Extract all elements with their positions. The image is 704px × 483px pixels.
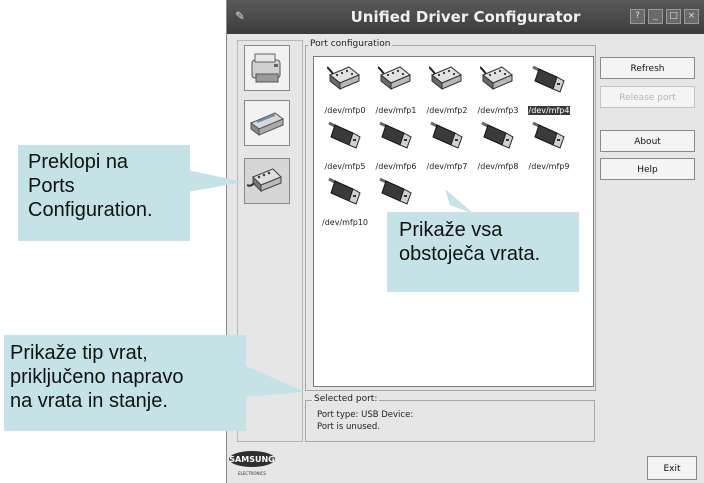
callout-shows-all-text: Prikaže vsa obstoječa vrata. <box>399 219 541 265</box>
port-label-text: /dev/mfp4 <box>527 106 571 115</box>
callout-switch-text: Preklopi na Ports Configuration. <box>28 151 153 221</box>
title-bar[interactable]: ✎ Unified Driver Configurator ? _ □ × <box>227 0 704 34</box>
refresh-button[interactable]: Refresh <box>600 57 695 79</box>
selected-port-legend: Selected port: <box>312 394 380 404</box>
port-label: /dev/mfp3 <box>471 106 525 115</box>
port-item[interactable]: /dev/mfp9 <box>522 117 576 177</box>
port-label: /dev/mfp0 <box>318 106 372 115</box>
parallel-connector-icon <box>326 63 363 99</box>
usb-connector-icon <box>378 119 414 155</box>
port-label-text: /dev/mfp6 <box>375 162 417 171</box>
svg-text:ELECTRONICS: ELECTRONICS <box>238 471 266 476</box>
sidebar-item-ports[interactable] <box>244 158 290 204</box>
port-type-text: Port type: USB Device: <box>317 410 414 420</box>
scanner-icon <box>250 112 284 136</box>
port-item[interactable]: /dev/mfp3 <box>471 61 525 121</box>
port-label: /dev/mfp8 <box>471 162 525 171</box>
callout-switch-ports: Preklopi na Ports Configuration. <box>18 145 190 241</box>
port-label: /dev/mfp7 <box>420 162 474 171</box>
port-label-text: /dev/mfp5 <box>324 162 366 171</box>
usb-connector-icon <box>531 119 567 155</box>
port-label-text: /dev/mfp1 <box>375 106 417 115</box>
port-label-text: /dev/mfp9 <box>528 162 570 171</box>
help-button[interactable]: Help <box>600 158 695 180</box>
port-label: /dev/mfp1 <box>369 106 423 115</box>
port-item[interactable]: /dev/mfp0 <box>318 61 372 121</box>
port-item[interactable]: /dev/mfp6 <box>369 117 423 177</box>
port-label-text: /dev/mfp0 <box>324 106 366 115</box>
callout-shows-all: Prikaže vsa obstoječa vrata. <box>387 212 579 292</box>
port-connector-icon <box>246 168 282 193</box>
port-label: /dev/mfp5 <box>318 162 372 171</box>
about-button[interactable]: About <box>600 130 695 152</box>
sidebar-item-printers[interactable] <box>244 45 290 91</box>
usb-connector-icon <box>480 119 516 155</box>
port-label: /dev/mfp4 <box>522 106 576 115</box>
port-item[interactable]: /dev/mfp4 <box>522 61 576 121</box>
usb-connector-icon <box>531 63 567 99</box>
selected-port-group <box>305 400 595 442</box>
svg-text:SAMSUNG: SAMSUNG <box>229 455 274 464</box>
port-label-text: /dev/mfp8 <box>477 162 519 171</box>
parallel-connector-icon <box>428 63 465 99</box>
port-label-text: /dev/mfp2 <box>426 106 468 115</box>
port-label: /dev/mfp6 <box>369 162 423 171</box>
port-item[interactable]: /dev/mfp1 <box>369 61 423 121</box>
port-configuration-legend: Port configuration <box>308 39 393 49</box>
minimize-button[interactable]: _ <box>648 9 663 24</box>
callout-shows-type: Prikaže tip vrat, priključeno napravo na… <box>4 335 246 431</box>
port-status-text: Port is unused. <box>317 422 380 432</box>
port-label-text: /dev/mfp7 <box>426 162 468 171</box>
port-item[interactable]: /dev/mfp8 <box>471 117 525 177</box>
port-item[interactable]: /dev/mfp5 <box>318 117 372 177</box>
port-label: /dev/mfp2 <box>420 106 474 115</box>
parallel-connector-icon <box>479 63 516 99</box>
exit-button[interactable]: Exit <box>647 456 697 480</box>
port-item[interactable]: /dev/mfp7 <box>420 117 474 177</box>
parallel-connector-icon <box>377 63 414 99</box>
port-item[interactable]: /dev/mfp2 <box>420 61 474 121</box>
usb-connector-icon <box>327 175 363 211</box>
port-label: /dev/mfp10 <box>318 218 372 227</box>
port-item[interactable]: /dev/mfp10 <box>318 173 372 233</box>
sidebar-item-scanners[interactable] <box>244 100 290 146</box>
usb-connector-icon <box>378 175 414 211</box>
usb-connector-icon <box>429 119 465 155</box>
release-port-button[interactable]: Release port <box>600 86 695 108</box>
maximize-button[interactable]: □ <box>666 9 681 24</box>
help-window-button[interactable]: ? <box>630 9 645 24</box>
port-label-text: /dev/mfp3 <box>477 106 519 115</box>
port-label: /dev/mfp9 <box>522 162 576 171</box>
close-button[interactable]: × <box>684 9 699 24</box>
printer-icon <box>251 53 281 83</box>
callout-shows-type-text: Prikaže tip vrat, priključeno napravo na… <box>10 342 184 412</box>
samsung-logo: SAMSUNG ELECTRONICS <box>227 448 277 478</box>
usb-connector-icon <box>327 119 363 155</box>
port-label-text: /dev/mfp10 <box>322 218 368 227</box>
